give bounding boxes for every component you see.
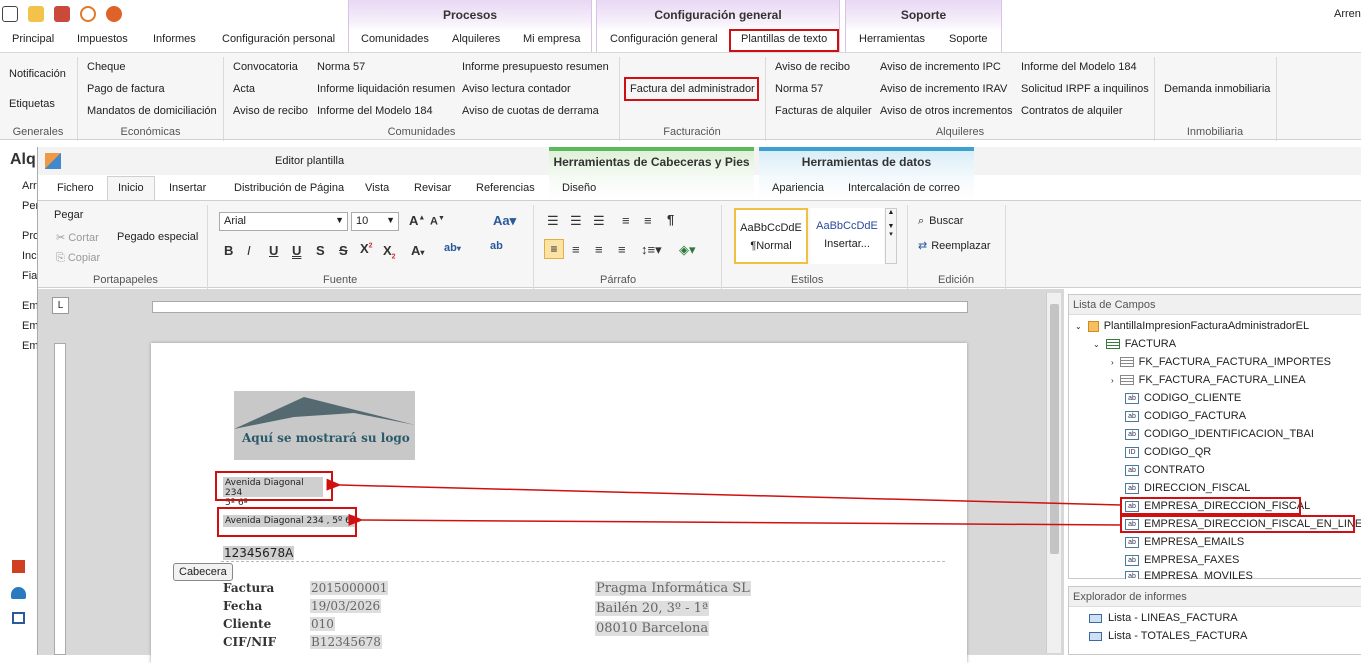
annotation-arrows <box>326 478 1122 526</box>
arrow-direccion-fiscal <box>326 478 1122 506</box>
arrow-direccion-fiscal-en-linea <box>348 513 1122 526</box>
